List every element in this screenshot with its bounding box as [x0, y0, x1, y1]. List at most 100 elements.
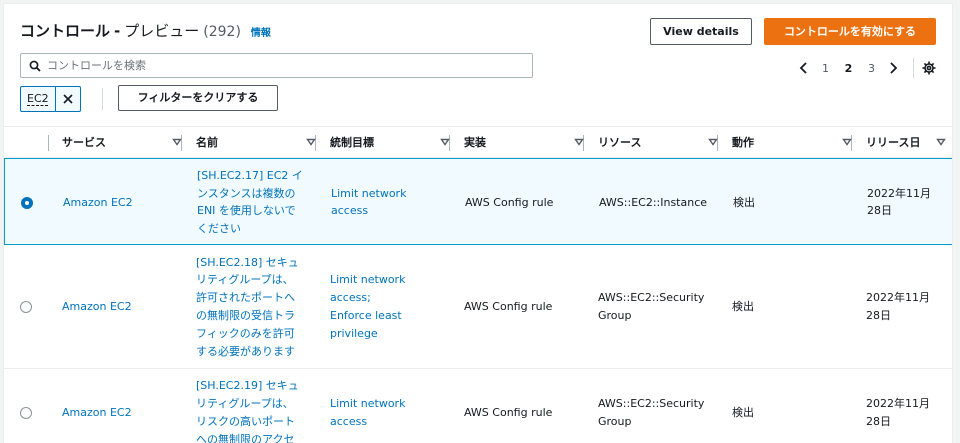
page-2[interactable]: 2	[837, 62, 860, 75]
sort-down-icon[interactable]	[574, 137, 584, 147]
cell-objective[interactable]: Limit network access	[331, 185, 451, 221]
column-header-name[interactable]: 名前	[196, 127, 316, 157]
cell-line: [SH.EC2.19] セキュ	[196, 379, 299, 393]
cell-line: Amazon EC2	[63, 195, 133, 209]
column-header-label: 動作	[732, 136, 754, 149]
column-header-label: リリース日	[866, 136, 921, 149]
gear-icon[interactable]	[920, 59, 938, 77]
column-header-resource[interactable]: リソース	[598, 127, 718, 157]
clear-filters-button[interactable]: フィルターをクリアする	[118, 85, 278, 111]
item-count: (292)	[203, 24, 241, 40]
page-1[interactable]: 1	[814, 62, 837, 75]
column-header-behavior[interactable]: 動作	[732, 127, 852, 157]
cell-line: Enforce least	[330, 308, 402, 322]
sort-down-icon[interactable]	[842, 137, 852, 147]
row-radio-button[interactable]	[21, 196, 33, 209]
column-header-implementation[interactable]: 実装	[464, 127, 584, 157]
filter-token: EC2	[20, 86, 81, 112]
cell-objective[interactable]: Limit network access; Enforce least privile…	[330, 271, 450, 342]
cell-implementation: AWS Config rule	[464, 404, 584, 422]
cell-line: への無制限のアクセ	[196, 432, 295, 443]
cell-line: AWS::EC2::Instance	[599, 195, 708, 209]
cell-behavior: 検出	[732, 298, 852, 316]
search-box[interactable]	[20, 53, 533, 78]
cell-line: 28日	[866, 308, 891, 322]
cell-line: 2022年11月	[866, 291, 930, 305]
cell-line: 許可されたポートへ	[196, 291, 295, 305]
cell-line: 検出	[733, 195, 755, 209]
cell-release-date: 2022年11月 28日	[866, 395, 946, 431]
column-header-release-date[interactable]: リリース日	[866, 127, 946, 157]
cell-line: ンスタンスは複数の	[197, 186, 296, 200]
info-link[interactable]: 情報	[251, 24, 271, 39]
cell-release-date: 2022年11月 28日	[867, 185, 947, 221]
title-main: コントロール	[20, 22, 111, 40]
sort-down-icon[interactable]	[936, 137, 946, 147]
cell-service[interactable]: Amazon EC2	[62, 404, 182, 422]
cell-name[interactable]: [SH.EC2.19] セキュ リティグループは、 リスクの高いポート への無制限のア…	[196, 377, 316, 443]
column-header-label: 実装	[464, 136, 486, 149]
search-icon	[29, 60, 41, 72]
cell-name[interactable]: [SH.EC2.17] EC2 インスタンスは複数の ENI を使用しないで くださ…	[197, 167, 317, 238]
cell-line: リティグループは、	[196, 273, 294, 287]
cell-service[interactable]: Amazon EC2	[62, 298, 182, 316]
cell-line: Group	[598, 414, 632, 428]
filter-divider	[102, 88, 103, 110]
page-3[interactable]: 3	[860, 62, 883, 75]
cell-line: する必要があります	[196, 344, 295, 358]
cell-line: Amazon EC2	[62, 300, 132, 314]
cell-line: 28日	[866, 414, 891, 428]
table-row[interactable]: Amazon EC2 [SH.EC2.19] セキュ リティグループは、 リスクの高い…	[4, 369, 952, 443]
table-row[interactable]: Amazon EC2 [SH.EC2.18] セキュ リティグループは、 許可されたポ…	[4, 245, 952, 369]
column-header-service[interactable]: サービス	[62, 127, 182, 157]
row-radio-button[interactable]	[20, 301, 32, 313]
cell-line: AWS Config rule	[465, 195, 554, 209]
column-header-label: 統制目標	[330, 136, 374, 149]
cell-line: リティグループは、	[196, 397, 294, 411]
chevron-left-icon[interactable]	[794, 60, 814, 76]
cell-line: [SH.EC2.18] セキュ	[196, 255, 299, 269]
cell-name[interactable]: [SH.EC2.18] セキュ リティグループは、 許可されたポートへ の無制限の受信…	[196, 254, 316, 361]
cell-line: リスクの高いポート	[196, 414, 295, 428]
cell-line: ENI を使用しないで	[197, 204, 296, 218]
cell-resource: AWS::EC2::SecurityGroup	[598, 289, 718, 325]
view-details-button[interactable]: View details	[650, 18, 752, 45]
table-header: サービス 名前 統制目標 実装 リソース 動作 リリース日	[4, 126, 952, 158]
sort-down-icon[interactable]	[440, 137, 450, 147]
cell-line: 2022年11月	[867, 186, 931, 200]
cell-line: access	[330, 414, 368, 428]
pagination: 1 2 3	[794, 58, 938, 78]
cell-objective[interactable]: Limit network access	[330, 395, 450, 431]
sort-down-icon[interactable]	[708, 137, 718, 147]
search-input[interactable]	[47, 59, 517, 72]
column-divider[interactable]	[48, 135, 49, 151]
title-separator: -	[114, 22, 121, 40]
title-subtitle: プレビュー	[124, 22, 200, 40]
enable-control-button[interactable]: コントロールを有効にする	[764, 18, 936, 45]
column-header-objective[interactable]: 統制目標	[330, 127, 450, 157]
cell-line: AWS::EC2::Security	[598, 291, 705, 305]
pager-divider	[913, 58, 914, 78]
cell-line: 28日	[867, 204, 892, 218]
cell-line: 2022年11月	[866, 397, 930, 411]
cell-service[interactable]: Amazon EC2	[63, 194, 183, 212]
cell-line: フィックのみを許可	[196, 326, 295, 340]
cell-line: Limit network	[330, 273, 406, 287]
cell-implementation: AWS Config rule	[464, 298, 584, 316]
cell-line: Group	[598, 308, 632, 322]
cell-line: の無制限の受信トラ	[196, 308, 295, 322]
cell-line: Amazon EC2	[62, 406, 132, 420]
controls-panel: コントロール - プレビュー (292) 情報 View details コント…	[3, 3, 953, 443]
cell-line: ください	[197, 222, 241, 236]
sort-down-icon[interactable]	[306, 137, 316, 147]
row-radio-button[interactable]	[20, 407, 32, 419]
cell-line: Limit network	[330, 397, 406, 411]
sort-down-icon[interactable]	[172, 137, 182, 147]
table-row[interactable]: Amazon EC2 [SH.EC2.17] EC2 インスタンスは複数の ENI …	[4, 158, 952, 245]
column-header-label: リソース	[598, 136, 642, 149]
close-icon[interactable]	[56, 87, 80, 111]
filter-token-label: EC2	[21, 87, 56, 111]
cell-line: AWS Config rule	[464, 300, 553, 314]
cell-line: AWS Config rule	[464, 406, 553, 420]
chevron-right-icon[interactable]	[883, 60, 903, 76]
